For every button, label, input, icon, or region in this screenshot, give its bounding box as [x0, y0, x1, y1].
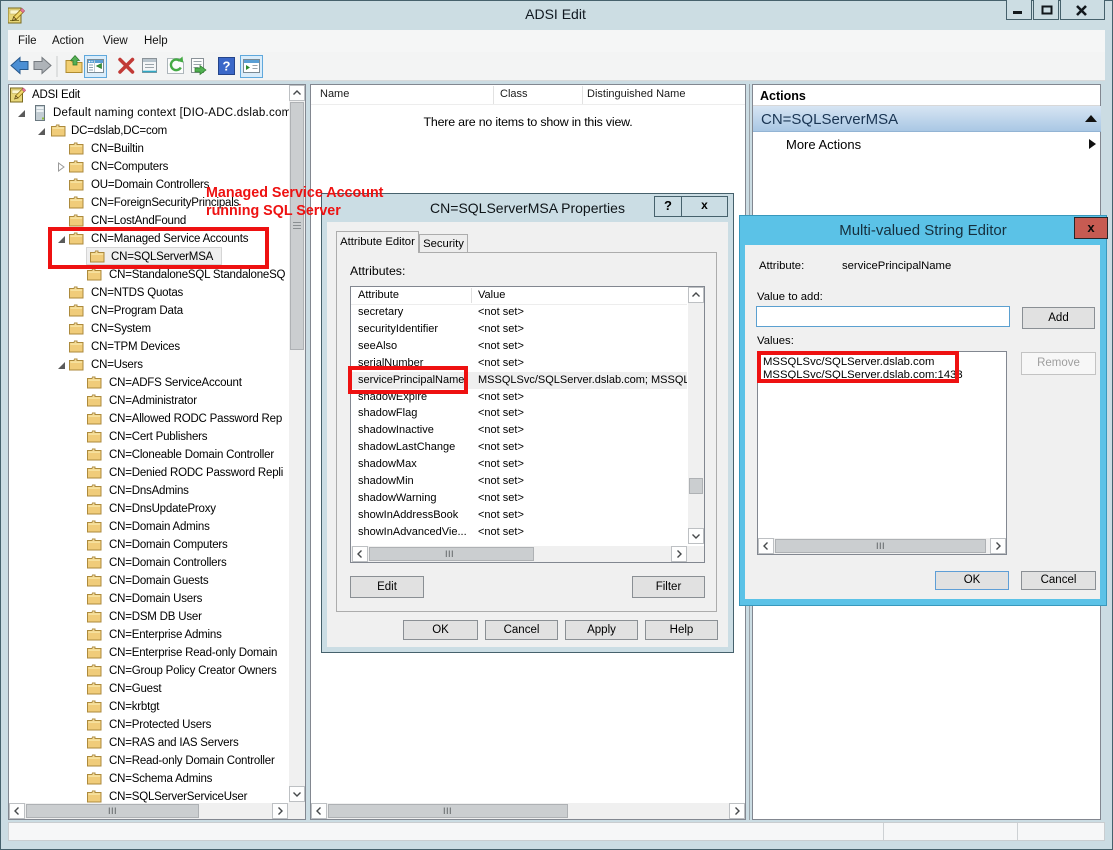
svg-text:?: ?	[223, 59, 231, 74]
